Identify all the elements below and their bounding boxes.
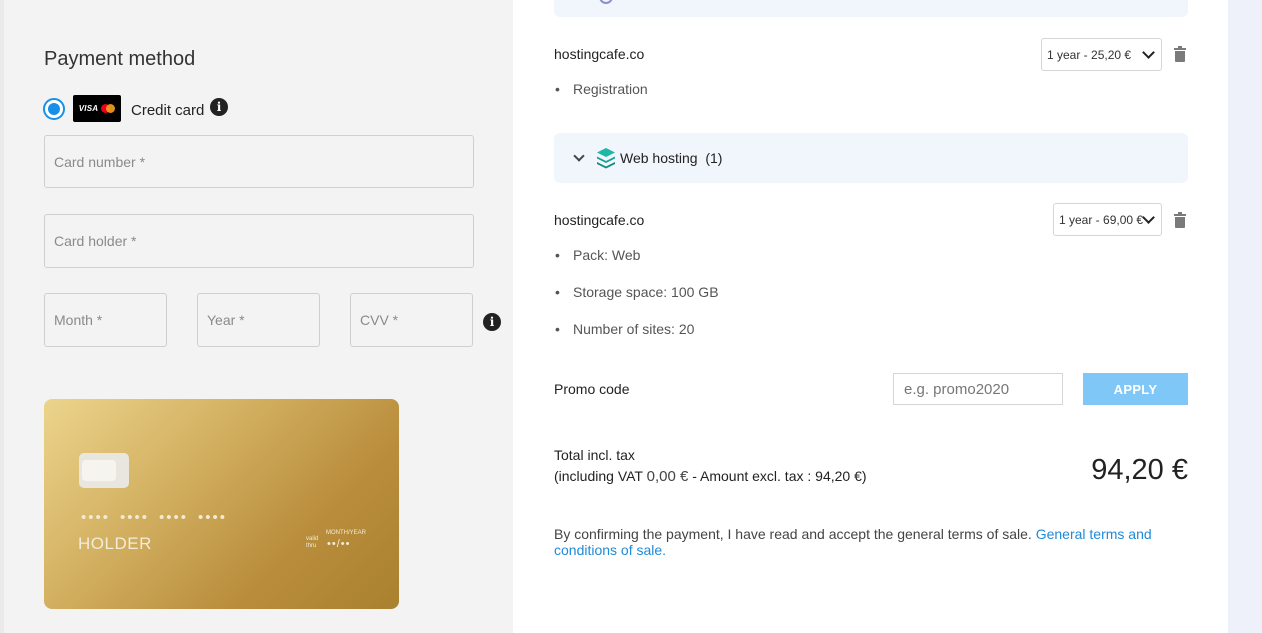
mastercard-icon bbox=[101, 104, 116, 113]
month-input[interactable] bbox=[45, 294, 166, 346]
hosting-detail-text: Number of sites: 20 bbox=[573, 321, 695, 337]
order-summary-panel: hostingcafe.co 1 year - 25,20 € Registra… bbox=[513, 0, 1228, 633]
year-field[interactable] bbox=[197, 293, 320, 347]
hosting-duration-value: 1 year - 69,00 € bbox=[1059, 212, 1144, 227]
total-label: Total incl. tax bbox=[554, 447, 635, 463]
card-chip-icon bbox=[79, 453, 129, 488]
card-holder-field[interactable] bbox=[44, 214, 474, 268]
promo-code-input[interactable] bbox=[894, 374, 1062, 404]
panel-edge bbox=[0, 0, 4, 633]
card-preview: •••• •••• •••• •••• HOLDER MONTH/YEAR valid… bbox=[44, 399, 399, 609]
vat-prefix: (including VAT bbox=[554, 468, 647, 484]
month-field[interactable] bbox=[44, 293, 167, 347]
apply-promo-button[interactable]: APPLY bbox=[1083, 373, 1188, 405]
terms-notice: By confirming the payment, I have read a… bbox=[554, 526, 1164, 558]
domain-section-header[interactable] bbox=[554, 0, 1188, 17]
card-number-group: •••• bbox=[120, 509, 150, 526]
domain-item-name: hostingcafe.co bbox=[554, 46, 645, 62]
card-number-field[interactable] bbox=[44, 135, 474, 188]
web-hosting-title: Web hosting bbox=[620, 150, 698, 166]
credit-card-radio[interactable] bbox=[43, 98, 65, 120]
hosting-item-name: hostingcafe.co bbox=[554, 212, 645, 228]
domain-duration-value: 1 year - 25,20 € bbox=[1047, 47, 1132, 62]
card-number-group: •••• bbox=[81, 509, 111, 526]
year-input[interactable] bbox=[198, 294, 319, 346]
card-number-input[interactable] bbox=[45, 136, 473, 187]
cvv-field[interactable] bbox=[350, 293, 473, 347]
card-preview-month-year-label: MONTH/YEAR bbox=[326, 530, 367, 536]
hosting-detail-text: Storage space: 100 GB bbox=[573, 284, 719, 300]
card-preview-holder: HOLDER bbox=[78, 534, 152, 553]
card-number-group: •••• bbox=[159, 509, 189, 526]
delete-hosting-icon[interactable] bbox=[1174, 212, 1186, 228]
hosting-detail-text: Pack: Web bbox=[573, 247, 641, 263]
card-preview-expiry: ••/•• bbox=[327, 538, 351, 550]
web-hosting-label: Web hosting (1) bbox=[620, 150, 722, 166]
promo-code-field[interactable] bbox=[893, 373, 1063, 405]
globe-icon bbox=[599, 0, 613, 4]
promo-code-label: Promo code bbox=[554, 381, 630, 397]
vat-amount: 0,00 € bbox=[646, 468, 689, 485]
total-tax-breakdown: (including VAT 0,00 € - Amount excl. tax… bbox=[554, 468, 867, 485]
web-hosting-section-header[interactable]: Web hosting (1) bbox=[554, 133, 1188, 183]
info-icon[interactable]: i bbox=[210, 98, 228, 116]
card-number-group: •••• bbox=[198, 509, 228, 526]
credit-card-logo: VISA bbox=[73, 95, 121, 122]
chevron-down-icon[interactable] bbox=[573, 150, 585, 162]
web-hosting-count: (1) bbox=[705, 150, 723, 166]
credit-card-label[interactable]: Credit card bbox=[131, 102, 204, 119]
visa-logo-text: VISA bbox=[78, 104, 99, 113]
domain-duration-select[interactable]: 1 year - 25,20 € bbox=[1041, 38, 1162, 71]
payment-panel: Payment method VISA Credit card i i ••••… bbox=[0, 0, 513, 633]
page-background-edge bbox=[1228, 0, 1262, 633]
layers-icon bbox=[597, 148, 615, 169]
payment-method-title: Payment method bbox=[44, 48, 196, 70]
cvv-input[interactable] bbox=[351, 294, 472, 346]
vat-suffix: - Amount excl. tax : 94,20 €) bbox=[688, 468, 867, 484]
card-preview-valid-thru: valid thru bbox=[306, 536, 319, 549]
total-amount: 94,20 € bbox=[1091, 454, 1188, 486]
cvv-info-icon[interactable]: i bbox=[483, 313, 501, 331]
card-holder-input[interactable] bbox=[45, 215, 473, 267]
chevron-down-icon bbox=[1142, 211, 1155, 224]
hosting-duration-select[interactable]: 1 year - 69,00 € bbox=[1053, 203, 1162, 236]
delete-domain-icon[interactable] bbox=[1174, 46, 1186, 62]
card-preview-number: •••• •••• •••• •••• bbox=[81, 509, 237, 526]
terms-text: By confirming the payment, I have read a… bbox=[554, 526, 1036, 542]
domain-detail-text: Registration bbox=[573, 81, 648, 97]
chevron-down-icon bbox=[1142, 46, 1155, 59]
